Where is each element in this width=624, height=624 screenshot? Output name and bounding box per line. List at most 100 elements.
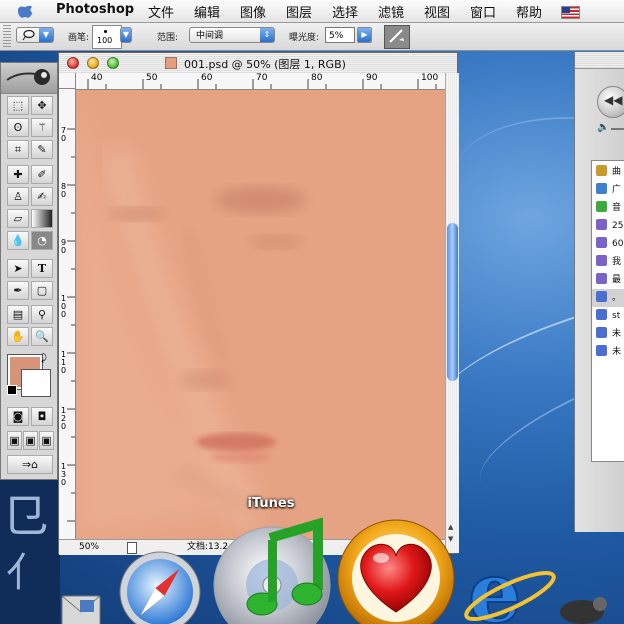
brush-tool[interactable]: ✐ (31, 165, 53, 184)
move-tool[interactable]: ✥ (31, 96, 53, 115)
gradient-tool[interactable] (31, 209, 53, 228)
chevron-down-icon: ▼ (39, 28, 53, 42)
exposure-slider-button[interactable]: ▶ (357, 27, 372, 43)
screen-mode-standard[interactable]: ▣ (7, 431, 22, 450)
menu-edit[interactable]: 编辑 (194, 2, 220, 21)
options-grip[interactable] (3, 25, 11, 47)
crop-tool[interactable]: ⌗ (7, 140, 29, 159)
source-label: 曲 (612, 167, 622, 177)
lasso-tool[interactable]: ʘ (7, 118, 29, 137)
eraser-tool[interactable]: ▱ (7, 209, 29, 228)
input-menu-flag-icon[interactable] (561, 6, 580, 19)
range-label: 范围: (157, 33, 179, 43)
menu-select[interactable]: 选择 (332, 2, 358, 21)
source-item[interactable]: 曲 (596, 163, 621, 181)
dodge-tool[interactable]: ◔ (31, 231, 53, 250)
menu-window[interactable]: 窗口 (470, 2, 496, 21)
background-color-swatch[interactable] (21, 369, 51, 397)
blur-tool[interactable]: 💧 (7, 231, 29, 250)
shape-tool[interactable]: ▢ (31, 281, 53, 300)
standard-mode-button[interactable]: ◙ (7, 407, 29, 426)
zoom-level[interactable]: 50% (79, 540, 99, 554)
scrollbar-thumb[interactable] (447, 223, 458, 381)
history-brush-icon: ✍ (37, 190, 47, 203)
source-item[interactable]: 最 (596, 271, 621, 289)
document-proxy-icon[interactable] (165, 57, 177, 69)
slice-tool[interactable]: ✎ (31, 140, 53, 159)
photoshop-eye-logo-icon (6, 69, 50, 85)
zoom-tool[interactable]: 🔍 (31, 327, 53, 346)
menu-image[interactable]: 图像 (240, 2, 266, 21)
menu-view[interactable]: 视图 (424, 2, 450, 21)
previous-track-button[interactable]: ◀◀ (597, 86, 624, 118)
range-select[interactable]: 中间调 ⇕ (189, 27, 275, 43)
ruler-label: 40 (91, 73, 103, 83)
menu-filter[interactable]: 滤镜 (378, 2, 404, 21)
zoom-button[interactable] (107, 57, 119, 69)
volume-speaker-icon[interactable]: 🔈 (597, 122, 609, 133)
brush-picker[interactable]: 100 (92, 25, 122, 49)
smart-playlist-icon (596, 255, 607, 266)
menu-layer[interactable]: 图层 (286, 2, 312, 21)
scroll-down-arrow-icon[interactable]: ▼ (448, 535, 453, 543)
source-item[interactable]: st (596, 307, 620, 325)
source-item[interactable]: 我 (596, 253, 621, 271)
screen-mode-full[interactable]: ▣ (39, 431, 54, 450)
healing-brush-tool[interactable]: ✚ (7, 165, 29, 184)
source-item[interactable]: 25 (596, 217, 623, 235)
ruler-label: 70 (61, 126, 67, 143)
standard-mode-icon: ◙ (12, 410, 24, 423)
path-selection-tool[interactable]: ➤ (7, 259, 29, 278)
source-item-selected[interactable]: 。 (592, 289, 624, 307)
vertical-scrollbar[interactable]: ▲ ▼ (445, 73, 459, 553)
screen-mode-full-menu[interactable]: ▣ (23, 431, 38, 450)
marquee-tool[interactable]: ⬚ (7, 96, 29, 115)
horizontal-ruler[interactable]: 40 50 60 70 80 90 100 (76, 73, 446, 90)
type-tool[interactable]: T (31, 259, 53, 278)
minimize-button[interactable] (87, 57, 99, 69)
apple-menu-icon[interactable] (18, 1, 34, 19)
notes-tool[interactable]: ▤ (7, 305, 29, 324)
clone-stamp-tool[interactable]: ♙ (7, 187, 29, 206)
image-canvas[interactable] (76, 90, 445, 539)
quick-mask-icon: ◘ (37, 410, 47, 423)
menu-file[interactable]: 文件 (148, 2, 174, 21)
brush-picker-arrow[interactable]: ▼ (120, 27, 132, 43)
magic-wand-tool[interactable]: ⚚ (31, 118, 53, 137)
menu-help[interactable]: 帮助 (516, 2, 542, 21)
itunes-title-bar[interactable] (575, 52, 624, 69)
page-preview-icon[interactable] (127, 542, 137, 554)
default-colors-icon[interactable] (7, 385, 17, 395)
source-item[interactable]: 未 (596, 325, 621, 343)
source-label: 25 (612, 221, 624, 231)
swap-colors-icon[interactable]: ⤸ (41, 353, 47, 364)
jump-to-imageready-button[interactable]: ⇒⌂ (7, 455, 53, 474)
history-brush-tool[interactable]: ✍ (31, 187, 53, 206)
volume-slider[interactable] (611, 128, 624, 130)
toolbox-header[interactable] (1, 63, 57, 94)
triangle-right-icon: ▶ (358, 28, 371, 42)
source-item[interactable]: 未 (596, 343, 621, 361)
menu-photoshop[interactable]: Photoshop (56, 2, 134, 17)
source-label: 广 (612, 185, 622, 195)
source-item[interactable]: 广 (596, 181, 621, 199)
airbrush-toggle[interactable] (384, 25, 410, 49)
tool-preset-picker[interactable]: ▼ (16, 27, 54, 43)
pen-tool[interactable]: ✒ (7, 281, 29, 300)
close-button[interactable] (67, 57, 79, 69)
source-item[interactable]: 音 (596, 199, 621, 217)
quick-mask-button[interactable]: ◘ (31, 407, 53, 426)
hand-tool[interactable]: ✋ (7, 327, 29, 346)
ruler-origin[interactable] (59, 73, 76, 89)
exposure-input[interactable]: 5% (325, 27, 355, 43)
vertical-ruler[interactable]: 70 80 90 100 110 120 130 (59, 89, 76, 539)
eyedropper-tool[interactable]: ⚲ (31, 305, 53, 324)
ruler-label: 100 (421, 73, 439, 83)
arrow-icon: ➤ (13, 262, 23, 275)
source-item[interactable]: 60 (596, 235, 623, 253)
playlist-icon (596, 309, 607, 320)
source-label: 。 (612, 293, 622, 303)
document-title-bar[interactable]: 001.psd @ 50% (图层 1, RGB) (59, 53, 457, 74)
ruler-label: 90 (366, 73, 378, 83)
scroll-up-arrow-icon[interactable]: ▲ (448, 523, 453, 531)
